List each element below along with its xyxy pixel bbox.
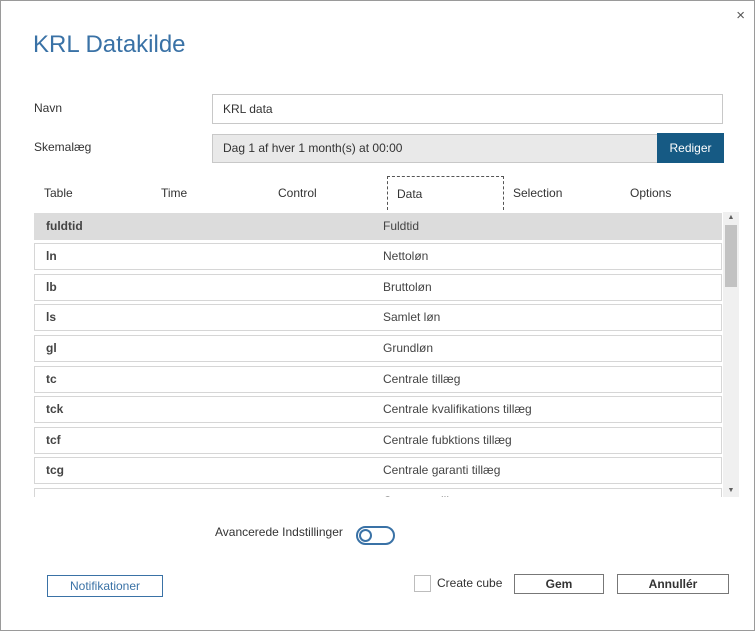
toggle-knob [359, 529, 372, 542]
row-value: Samlet løn [383, 310, 441, 324]
row-value: Centrale fubktions tillæg [383, 433, 512, 447]
list-item[interactable]: ln Nettoløn [34, 243, 722, 270]
schedule-field: Dag 1 af hver 1 month(s) at 00:00 [212, 134, 658, 163]
row-value: Nettoløn [383, 249, 429, 263]
row-key: t [46, 489, 50, 497]
tab-table[interactable]: Table [44, 176, 73, 210]
list-scrollbar[interactable]: ▲ ▼ [723, 212, 739, 497]
list-item[interactable]: lb Bruttoløn [34, 274, 722, 301]
row-value: Centrale kvalifikations tillæg [383, 402, 532, 416]
row-value: Bruttoløn [383, 280, 432, 294]
schedule-label: Skemalæg [34, 140, 92, 154]
row-value: Centrale tillæg [383, 372, 461, 386]
list-item[interactable]: gl Grundløn [34, 335, 722, 362]
tab-options[interactable]: Options [630, 176, 671, 210]
name-input[interactable] [212, 94, 723, 124]
create-cube-label: Create cube [437, 576, 503, 590]
chevron-up-icon[interactable]: ▲ [723, 212, 739, 224]
list-item[interactable]: tck Centrale kvalifikations tillæg [34, 396, 722, 423]
tab-bar: Table Time Control Data Selection Option… [34, 176, 722, 210]
save-button[interactable]: Gem [514, 574, 604, 594]
row-key: tcg [46, 463, 64, 477]
list-item[interactable]: ls Samlet løn [34, 304, 722, 331]
row-key: tcf [46, 433, 61, 447]
row-key: fuldtid [46, 219, 83, 233]
name-label: Navn [34, 101, 63, 115]
row-value: Fuldtid [383, 219, 420, 233]
scroll-thumb[interactable] [725, 225, 737, 287]
row-value: Grundløn [383, 341, 434, 355]
list-item[interactable]: t Overenss tillæg [34, 488, 722, 497]
notifications-button[interactable]: Notifikationer [47, 575, 163, 597]
list-item[interactable]: tcg Centrale garanti tillæg [34, 457, 722, 484]
tab-control[interactable]: Control [278, 176, 317, 210]
row-value: Overenss tillæg [383, 489, 466, 497]
list-item[interactable]: tc Centrale tillæg [34, 366, 722, 393]
field-list: fuldtid Fuldtid ln Nettoløn lb Bruttoløn… [34, 212, 739, 497]
row-key: gl [46, 341, 57, 355]
row-key: ln [46, 249, 57, 263]
advanced-settings-toggle[interactable] [356, 526, 395, 545]
list-item[interactable]: tcf Centrale fubktions tillæg [34, 427, 722, 454]
cancel-button[interactable]: Annullér [617, 574, 729, 594]
create-cube-checkbox[interactable] [414, 575, 431, 592]
row-key: tc [46, 372, 57, 386]
row-key: tck [46, 402, 64, 416]
close-icon[interactable]: × [736, 8, 745, 23]
row-value: Centrale garanti tillæg [383, 463, 501, 477]
tab-data[interactable]: Data [387, 176, 504, 210]
list-item[interactable]: fuldtid Fuldtid [34, 213, 722, 240]
row-key: ls [46, 310, 57, 324]
tab-time[interactable]: Time [161, 176, 187, 210]
advanced-settings-label: Avancerede Indstillinger [215, 525, 343, 539]
tab-selection[interactable]: Selection [513, 176, 562, 210]
chevron-down-icon[interactable]: ▼ [723, 485, 739, 497]
datasource-dialog: × KRL Datakilde Navn Skemalæg Dag 1 af h… [0, 0, 755, 631]
row-key: lb [46, 280, 57, 294]
dialog-title: KRL Datakilde [33, 31, 186, 58]
edit-schedule-button[interactable]: Rediger [657, 133, 724, 163]
